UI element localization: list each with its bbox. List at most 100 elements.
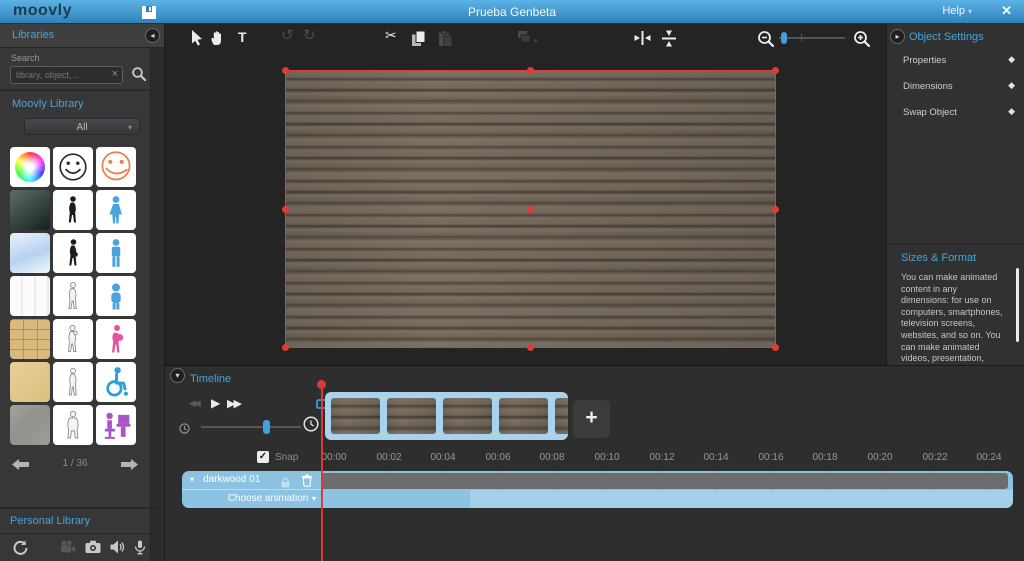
diamond-icon[interactable]: ◆ <box>1008 80 1015 91</box>
zoom-slider[interactable] <box>779 32 845 44</box>
undo-button[interactable]: ↺ <box>281 26 294 44</box>
search-icon <box>132 67 147 82</box>
resize-handle-nw[interactable] <box>282 67 289 74</box>
next-page-button[interactable] <box>121 459 138 470</box>
library-item-texture-brick[interactable] <box>10 319 50 359</box>
video-camera-icon[interactable] <box>60 540 76 554</box>
settings-item-dimensions[interactable]: Dimensions ◆ <box>887 76 1024 100</box>
panel-divider <box>887 244 1024 246</box>
wheelchair-icon <box>106 367 128 397</box>
playhead-line[interactable] <box>321 384 323 561</box>
resize-handle-s[interactable] <box>527 344 534 351</box>
collapse-settings-button[interactable]: ▸ <box>890 29 905 44</box>
ruler-label: 00:04 <box>430 452 456 463</box>
chevron-down-icon: ▾ <box>312 494 317 503</box>
refresh-button[interactable] <box>12 539 29 561</box>
library-item-figure-woman-blue[interactable] <box>96 190 136 230</box>
library-item-figure-desk-purple[interactable] <box>96 405 136 445</box>
microphone-icon[interactable] <box>134 540 146 555</box>
library-grid <box>10 147 140 445</box>
sizes-format-title: Sizes & Format <box>901 252 977 264</box>
speaker-icon[interactable] <box>110 540 125 554</box>
smiley-orange-icon <box>101 151 131 181</box>
search-input[interactable] <box>16 68 108 82</box>
zoom-in-button[interactable] <box>853 30 871 53</box>
library-item-silhouette-woman-2[interactable] <box>53 233 93 273</box>
timeline-panel: ▾ Timeline ◀◀ ▶ ▶▶ ✓ Snap + 00:00 00:02 … <box>165 365 1024 561</box>
library-item-texture-sand[interactable] <box>10 362 50 402</box>
resize-handle-w[interactable] <box>282 205 289 213</box>
photo-camera-icon[interactable] <box>85 540 101 554</box>
help-menu[interactable]: Help ▾ <box>942 5 972 17</box>
arrange-order-button[interactable]: ▾ <box>517 30 538 49</box>
library-item-sketch-woman[interactable] <box>53 362 93 402</box>
center-handle[interactable] <box>527 205 534 213</box>
cut-button[interactable]: ✂ <box>385 27 397 44</box>
library-item-figure-man-blue[interactable] <box>96 233 136 273</box>
library-item-texture-granite[interactable] <box>10 405 50 445</box>
resize-handle-e[interactable] <box>772 205 779 213</box>
library-filter-dropdown[interactable]: All ▾ <box>24 118 140 135</box>
chevron-down-icon: ▾ <box>534 38 538 45</box>
settings-item-swap-object[interactable]: Swap Object ◆ <box>887 102 1024 126</box>
pan-tool-button[interactable] <box>210 30 224 51</box>
zoom-out-button[interactable] <box>757 30 775 53</box>
ruler-label: 00:12 <box>649 452 675 463</box>
library-item-figure-wheelchair-blue[interactable] <box>96 362 136 402</box>
library-item-texture-white[interactable] <box>10 276 50 316</box>
zoom-slider-tick <box>801 34 802 42</box>
library-item-smiley-outline[interactable] <box>53 147 93 187</box>
panel-scrollbar[interactable] <box>1016 268 1019 342</box>
stage-canvas[interactable]: T ↺ ↻ ✂ ▾ <box>165 24 886 365</box>
text-tool-button[interactable]: T <box>238 29 247 45</box>
zoom-slider-handle[interactable] <box>781 32 787 44</box>
library-item-sketch-mother[interactable] <box>53 319 93 359</box>
animation-subtrack[interactable] <box>470 490 1013 508</box>
close-button[interactable]: ✕ <box>1001 3 1012 19</box>
hand-icon <box>211 31 221 45</box>
woman-silhouette-icon <box>69 239 78 266</box>
diamond-icon[interactable]: ◆ <box>1008 106 1015 117</box>
library-item-color-wheel[interactable] <box>10 147 50 187</box>
sketch-mother-icon <box>68 324 78 352</box>
paste-button[interactable] <box>438 30 453 52</box>
timeline-track-darkwood[interactable]: ▾ darkwood 01 Choose animation ▾ <box>182 471 1013 508</box>
object-settings-panel: ▸ Object Settings Properties ◆ Dimension… <box>886 24 1024 386</box>
animation-selector[interactable]: Choose animation ▾ <box>182 490 470 508</box>
ruler-label: 00:08 <box>539 452 565 463</box>
settings-item-properties[interactable]: Properties ◆ <box>887 50 1024 74</box>
select-tool-button[interactable] <box>191 30 204 51</box>
track-expand-caret[interactable]: ▾ <box>190 475 194 484</box>
copy-button[interactable] <box>411 30 427 52</box>
resize-handle-n[interactable] <box>527 67 534 74</box>
align-vertical-center-button[interactable] <box>661 30 677 52</box>
cursor-icon <box>192 30 202 46</box>
resize-handle-sw[interactable] <box>282 344 289 351</box>
selected-object-darkwood[interactable] <box>282 67 779 351</box>
search-button[interactable] <box>131 66 147 82</box>
libraries-title: Libraries <box>12 29 55 41</box>
resize-handle-ne[interactable] <box>772 67 779 74</box>
playhead-handle[interactable] <box>317 380 326 389</box>
library-item-sketch-figure[interactable] <box>53 276 93 316</box>
sidebar-rail <box>150 48 164 561</box>
ruler-label: 00:18 <box>812 452 838 463</box>
library-item-figure-child-blue[interactable] <box>96 276 136 316</box>
library-item-smiley-orange[interactable] <box>96 147 136 187</box>
library-item-gradient-lightblue[interactable] <box>10 233 50 273</box>
diamond-icon[interactable]: ◆ <box>1008 54 1015 65</box>
align-horizontal-icon <box>634 31 651 45</box>
resize-handle-se[interactable] <box>772 344 779 351</box>
library-item-silhouette-woman[interactable] <box>53 190 93 230</box>
collapse-libraries-button[interactable]: ◂ <box>145 28 160 43</box>
search-box: × <box>10 66 123 84</box>
clear-search-icon[interactable]: × <box>112 68 118 80</box>
object-duration-bar[interactable] <box>321 473 1008 489</box>
library-item-sketch-person[interactable] <box>53 405 93 445</box>
align-horizontal-center-button[interactable] <box>634 30 651 51</box>
ruler-label: 00:10 <box>594 452 620 463</box>
arrange-icon <box>518 31 531 43</box>
library-item-figure-pregnant-pink[interactable] <box>96 319 136 359</box>
redo-button[interactable]: ↻ <box>303 26 316 44</box>
library-item-gradient-teal[interactable] <box>10 190 50 230</box>
